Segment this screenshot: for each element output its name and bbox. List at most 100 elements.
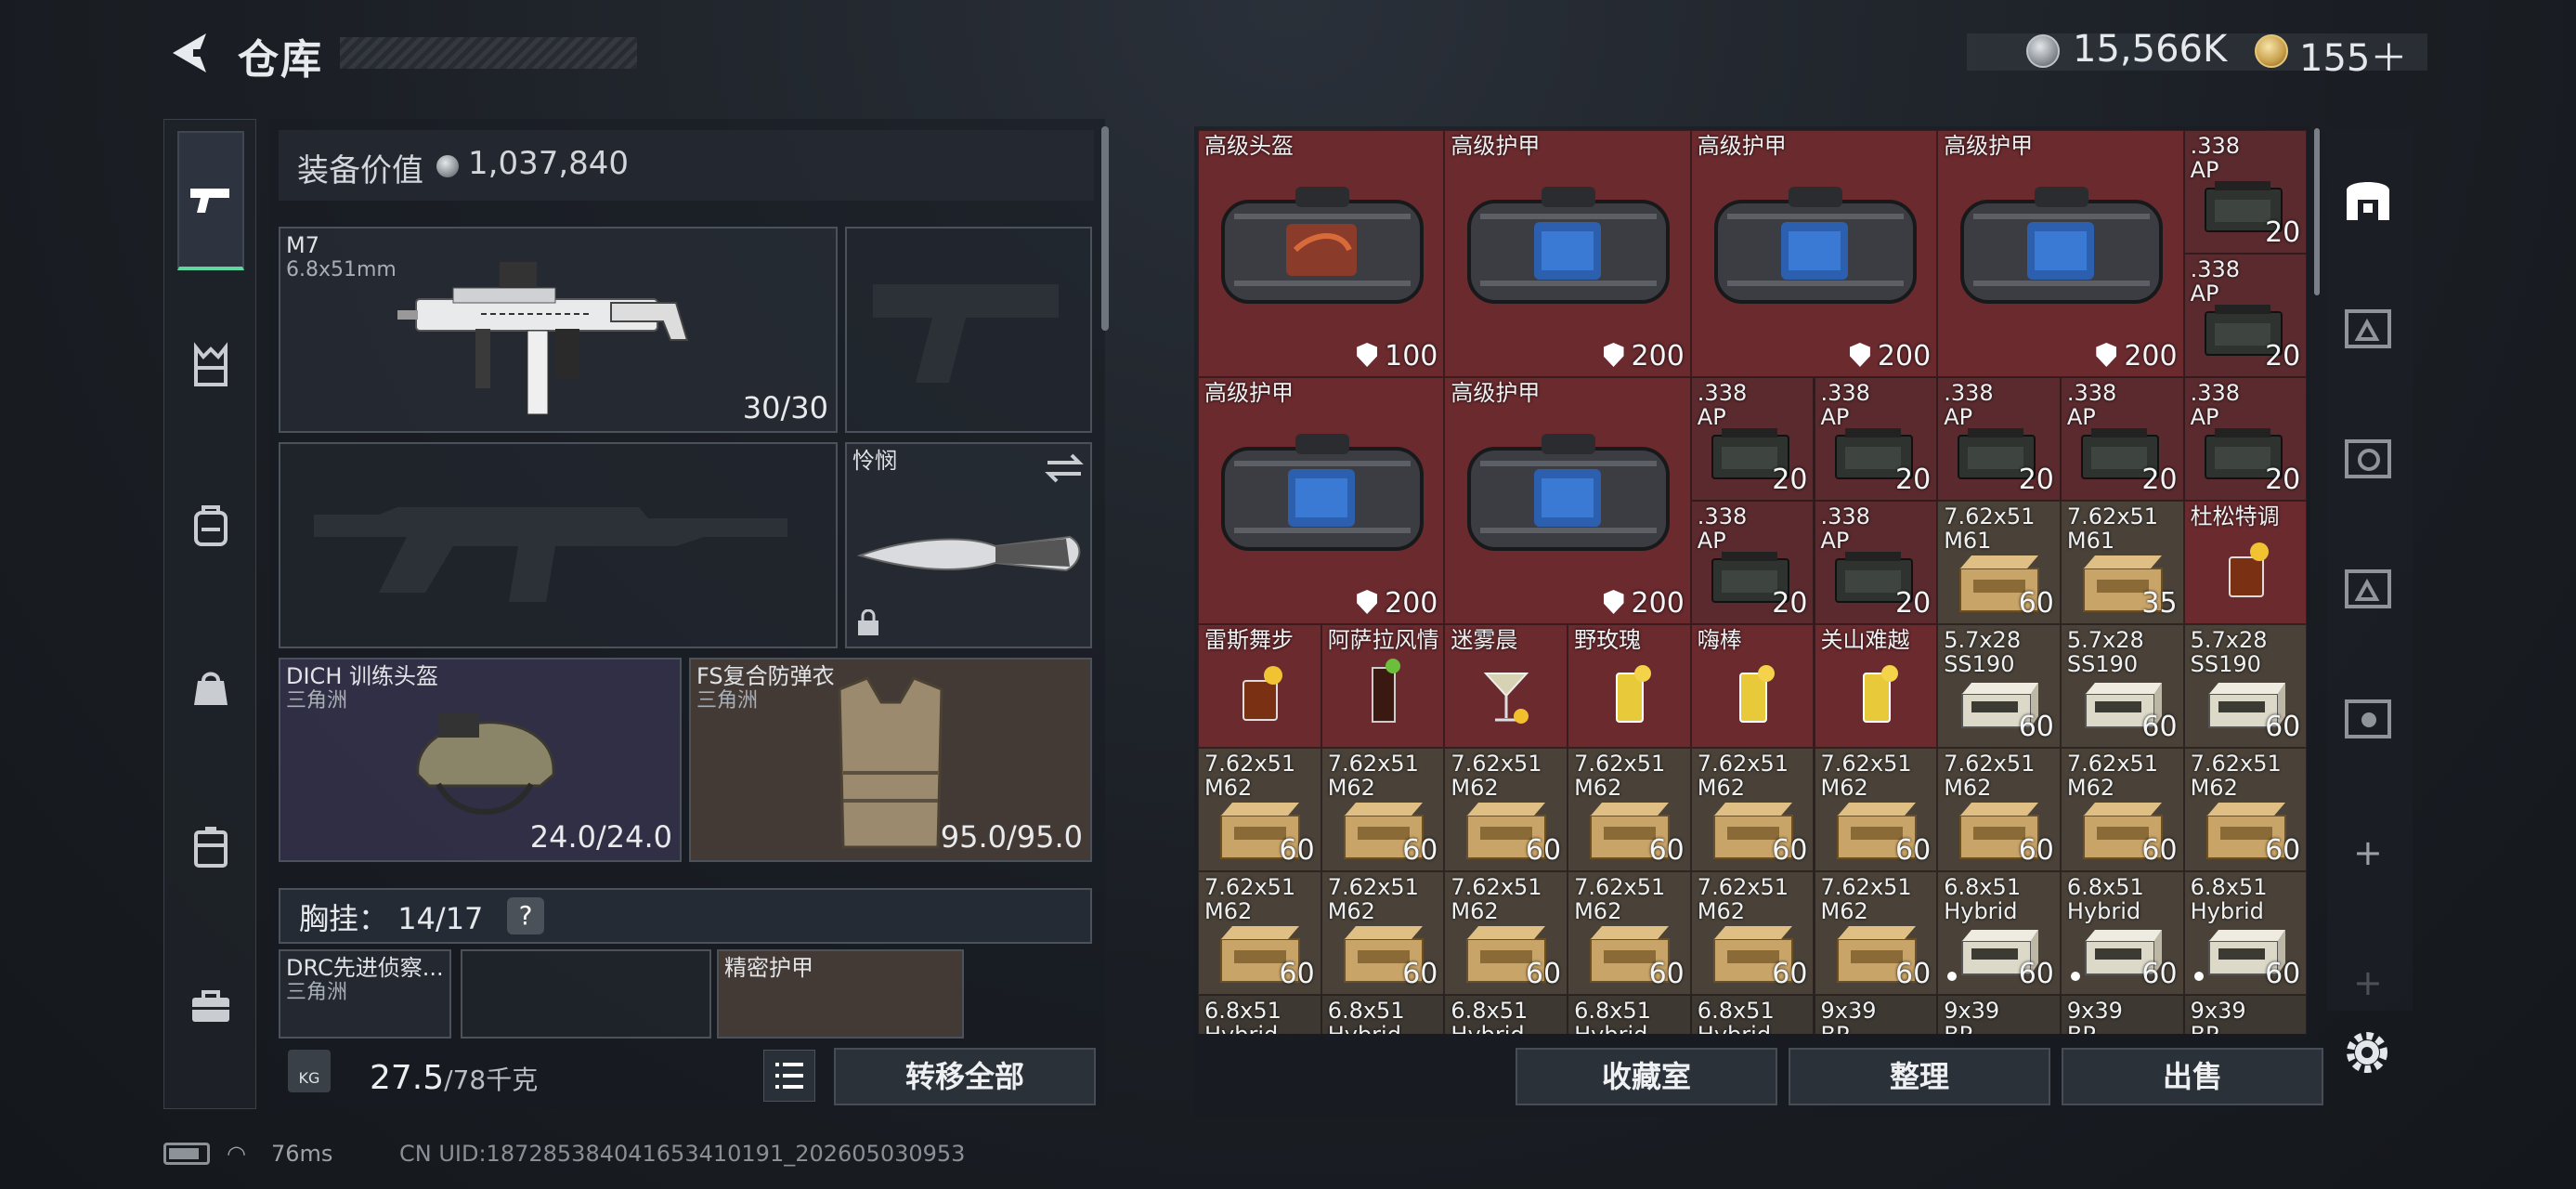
list-view-button[interactable] [763,1050,815,1102]
stash-item[interactable]: 7.62x51 M61 60 [1937,501,2061,624]
rig-slot-3[interactable]: 精密护甲 [717,949,964,1039]
stash-item[interactable]: 高级头盔 100 [1198,130,1445,377]
stash-item-label: 6.8x51 Hybrid [1451,998,1529,1034]
sidebar-tab-weapons[interactable] [177,131,244,270]
help-button[interactable]: ? [507,897,544,934]
stash-item[interactable]: 7.62x51 M62 60 [1690,871,1815,995]
stash-item-count: 60 [2018,711,2054,743]
stash-item[interactable]: 7.62x51 M62 60 [1568,871,1691,995]
sidebar-tab-chest-rig[interactable] [177,296,244,436]
stash-item[interactable]: .338 AP 20 [2183,254,2307,377]
back-arrow-icon[interactable] [165,30,210,76]
stash-item[interactable]: .338 AP 20 [1690,501,1815,624]
stash-item[interactable]: 7.62x51 M62 60 [2060,748,2184,871]
stash-item[interactable]: 6.8x51 Hybrid [1198,995,1321,1034]
stash-item-count: 200 [2096,340,2178,372]
stash-scrollbar[interactable] [2314,128,2320,295]
stash-item[interactable]: 7.62x51 M62 60 [1814,748,1938,871]
stash-item[interactable]: 6.8x51 Hybrid [1568,995,1691,1034]
collection-room-button[interactable]: 收藏室 [1516,1048,1777,1105]
stash-item[interactable]: 阿萨拉风情 [1321,624,1445,748]
stash-item[interactable]: 9x39 BP [2060,995,2184,1034]
stash-item[interactable]: 杜松特调 [2183,501,2307,624]
stash-item[interactable]: 高级护甲 200 [1937,130,2184,377]
stash-item[interactable]: 7.62x51 M62 60 [1444,748,1568,871]
stash-item[interactable]: 7.62x51 M62 60 [1690,748,1815,871]
stash-item[interactable]: 关山难越 [1814,624,1938,748]
stash-item[interactable]: 7.62x51 M61 35 [2060,501,2184,624]
stash-item[interactable]: .338 AP 20 [2183,130,2307,254]
rail-tab-1[interactable] [2336,167,2400,230]
transfer-all-button[interactable]: 转移全部 [834,1048,1096,1105]
helmet-image [416,713,555,815]
stash-item[interactable]: .338 AP 20 [2183,377,2307,501]
stash-item[interactable]: .338 AP 20 [1814,501,1938,624]
stash-item[interactable]: 7.62x51 M62 60 [1444,871,1568,995]
settings-gear-icon[interactable] [2340,1026,2394,1079]
armor-slot[interactable]: FS复合防弹衣 三角洲 95.0/95.0 [689,658,1092,862]
stash-item[interactable]: 7.62x51 M62 60 [1937,748,2061,871]
stash-item[interactable]: 高级护甲 200 [1444,130,1691,377]
stash-item[interactable]: 6.8x51 Hybrid [1321,995,1445,1034]
stash-item[interactable]: 高级护甲 200 [1198,377,1445,624]
rig-slot-2[interactable] [461,949,711,1039]
stash-item[interactable]: 7.62x51 M62 60 [1321,748,1445,871]
stash-item-count: 60 [2141,711,2178,743]
swap-icon[interactable] [1044,451,1085,485]
stash-item[interactable]: 6.8x51 Hybrid [1690,995,1815,1034]
rail-tab-2[interactable] [2336,297,2400,360]
sidebar-tab-backpack[interactable] [177,456,244,595]
stash-item[interactable]: 6.8x51 Hybrid [1444,995,1568,1034]
stash-item[interactable]: 9x39 BP [2183,995,2307,1034]
stash-item-label: 5.7x28 SS190 [1944,627,2022,677]
stash-item[interactable]: 6.8x51 Hybrid 60 [2183,871,2307,995]
melee-slot[interactable]: 怜悯 [845,442,1092,648]
stash-item[interactable]: .338 AP 20 [1690,377,1815,501]
stash-item-count: 100 [1357,340,1438,372]
rail-tab-4[interactable] [2336,557,2400,621]
stash-item[interactable]: .338 AP 20 [2060,377,2184,501]
stash-item[interactable]: 7.62x51 M62 60 [2183,748,2307,871]
sidebar-tab-pouch[interactable] [177,617,244,756]
stash-item[interactable]: 6.8x51 Hybrid 60 [1937,871,2061,995]
stash-item[interactable]: 7.62x51 M62 60 [1198,871,1321,995]
stash-item[interactable]: .338 AP 20 [1937,377,2061,501]
stash-item-label: 7.62x51 M62 [1451,874,1542,924]
rail-tab-5[interactable] [2336,687,2400,751]
stash-item-count: 20 [1895,587,1932,620]
pistol-slot[interactable] [845,227,1092,433]
stash-item[interactable]: 5.7x28 SS190 60 [1937,624,2061,748]
secondary-weapon-slot[interactable] [279,442,838,648]
stash-item[interactable]: .338 AP 20 [1814,377,1938,501]
stash-item[interactable]: 6.8x51 Hybrid 60 [2060,871,2184,995]
sidebar-tab-tools[interactable] [177,937,244,1077]
cocktail-yellow-icon [1725,653,1781,731]
stash-item[interactable]: 高级护甲 200 [1444,377,1691,624]
stash-item[interactable]: 7.62x51 M62 60 [1568,748,1691,871]
sell-button[interactable]: 出售 [2062,1048,2323,1105]
primary-weapon-slot[interactable]: M7 6.8x51mm 30/30 [279,227,838,433]
stash-item[interactable]: 7.62x51 M62 60 [1198,748,1321,871]
stash-item[interactable]: 9x39 BP [1937,995,2061,1034]
loadout-scrollbar[interactable] [1101,126,1109,331]
stash-item-count: 20 [2141,464,2178,496]
chest-rig-capacity: 胸挂： 14/17 [299,901,484,936]
stash-item[interactable]: 野玫瑰 [1568,624,1691,748]
sort-button[interactable]: 整理 [1789,1048,2050,1105]
stash-item[interactable]: 7.62x51 M62 60 [1321,871,1445,995]
stash-item[interactable]: 嗨棒 [1690,624,1815,748]
stash-item[interactable]: 高级护甲 200 [1690,130,1938,377]
rig-slot-1[interactable]: DRC先进侦察... 三角洲 [279,949,451,1039]
rail-tab-3[interactable] [2336,427,2400,490]
stash-item[interactable]: 9x39 BP [1814,995,1938,1034]
sidebar-tab-secure-case[interactable] [177,777,244,917]
stash-item[interactable]: 雷斯舞步 [1198,624,1321,748]
stash-item-label: 6.8x51 Hybrid [2190,874,2268,924]
stash-item[interactable]: 5.7x28 SS190 60 [2183,624,2307,748]
stash-item[interactable]: 迷雾晨 [1444,624,1568,748]
add-stash-page-button[interactable]: + [2353,832,2383,873]
helmet-slot[interactable]: DICH 训练头盔 三角洲 24.0/24.0 [279,658,682,862]
stash-item[interactable]: 5.7x28 SS190 60 [2060,624,2184,748]
stash-item[interactable]: 7.62x51 M62 60 [1814,871,1938,995]
token-amount[interactable]: 155＋ [2299,28,2407,82]
